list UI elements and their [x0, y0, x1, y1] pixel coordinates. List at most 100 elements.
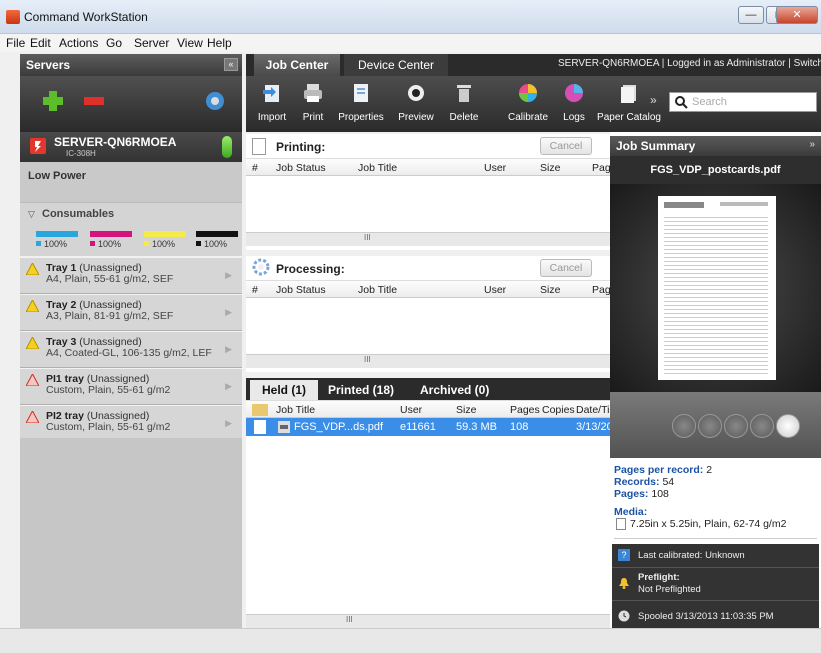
- tray-row[interactable]: PI2 tray (Unassigned) Custom, Plain, 55-…: [20, 405, 242, 442]
- expand-arrow-icon[interactable]: ▶: [225, 418, 232, 429]
- col-user[interactable]: User: [484, 284, 506, 296]
- col-job-title[interactable]: Job Title: [358, 284, 397, 296]
- tab-device-center[interactable]: Device Center: [344, 54, 448, 76]
- col-copies[interactable]: Copies: [542, 404, 575, 416]
- scroll-thumb[interactable]: III: [346, 615, 353, 624]
- col-size[interactable]: Size: [540, 284, 560, 296]
- chevron-down-icon[interactable]: ▽: [28, 209, 35, 220]
- server-settings-icon[interactable]: [204, 90, 226, 112]
- server-name: SERVER-QN6RMOEA: [54, 135, 177, 149]
- delete-button[interactable]: Delete: [444, 76, 484, 132]
- toner-level-bar: [36, 231, 78, 237]
- add-server-icon[interactable]: [42, 90, 64, 112]
- col-date[interactable]: Date/Ti: [576, 404, 609, 416]
- zoom-icon[interactable]: [776, 414, 800, 438]
- col-job-status[interactable]: Job Status: [276, 162, 326, 174]
- previous-page-button[interactable]: [698, 414, 722, 438]
- col-job-title[interactable]: Job Title: [358, 162, 397, 174]
- horizontal-scrollbar[interactable]: III: [246, 354, 610, 368]
- pdf-icon: [278, 421, 290, 433]
- col-pages[interactable]: Pag: [592, 284, 611, 296]
- menu-view[interactable]: View: [177, 36, 203, 50]
- servers-title: Servers: [26, 58, 71, 72]
- tray-desc: A3, Plain, 81-91 g/m2, SEF: [46, 310, 174, 322]
- page-icon: [616, 518, 626, 530]
- spooled-time: Spooled 3/13/2013 11:03:35 PM: [638, 611, 774, 622]
- scroll-thumb[interactable]: III: [364, 355, 371, 364]
- horizontal-scrollbar[interactable]: III: [246, 232, 610, 246]
- page-preview[interactable]: [610, 184, 821, 392]
- table-row[interactable]: FGS_VDP...ds.pdf e11661 59.3 MB 108 3/13…: [246, 418, 613, 436]
- consumables-label: Consumables: [42, 208, 115, 220]
- menu-file[interactable]: File: [6, 36, 25, 50]
- logs-button[interactable]: Logs: [556, 76, 592, 132]
- remove-server-icon[interactable]: [84, 96, 104, 106]
- summary-filename: FGS_VDP_postcards.pdf: [610, 156, 821, 184]
- minimize-button[interactable]: —: [738, 6, 764, 24]
- status-indicator: [222, 136, 232, 158]
- print-button[interactable]: Print: [296, 76, 330, 132]
- more-tools-icon[interactable]: »: [650, 93, 657, 107]
- col-number[interactable]: #: [252, 162, 258, 174]
- expand-arrow-icon[interactable]: ▶: [225, 307, 232, 318]
- tab-held[interactable]: Held (1): [250, 380, 318, 400]
- col-size[interactable]: Size: [540, 162, 560, 174]
- gear-icon: [252, 258, 270, 276]
- menu-edit[interactable]: Edit: [30, 36, 51, 50]
- printing-list: [246, 176, 610, 232]
- col-job-status[interactable]: Job Status: [276, 284, 326, 296]
- collapse-servers-button[interactable]: «: [224, 58, 238, 71]
- held-pane: Job Title User Size Pages Copies Date/Ti…: [246, 400, 613, 628]
- import-icon: [263, 85, 279, 102]
- import-button[interactable]: Import: [252, 76, 292, 132]
- tab-job-center[interactable]: Job Center: [254, 54, 340, 76]
- error-icon: [26, 374, 39, 386]
- col-pages[interactable]: Pag: [592, 162, 611, 174]
- close-button[interactable]: ✕: [776, 6, 818, 24]
- menu-help[interactable]: Help: [207, 36, 232, 50]
- tray-row[interactable]: Tray 2 (Unassigned) A3, Plain, 81-91 g/m…: [20, 294, 242, 331]
- menu-go[interactable]: Go: [106, 36, 122, 50]
- warning-icon: [26, 300, 39, 312]
- expand-arrow-icon[interactable]: ▶: [225, 344, 232, 355]
- media-label: Media:: [614, 506, 648, 518]
- calibrate-button[interactable]: Calibrate: [506, 76, 550, 132]
- server-entry[interactable]: SERVER-QN6RMOEA IC-308H: [20, 132, 242, 162]
- last-page-button[interactable]: [750, 414, 774, 438]
- properties-button[interactable]: Properties: [338, 76, 384, 132]
- servers-empty-area: [20, 438, 242, 628]
- horizontal-scrollbar[interactable]: III: [246, 614, 610, 628]
- scroll-thumb[interactable]: III: [364, 233, 371, 242]
- col-size[interactable]: Size: [456, 404, 476, 416]
- tab-archived[interactable]: Archived (0): [420, 380, 489, 400]
- trash-icon: [457, 85, 471, 102]
- tray-row[interactable]: Tray 1 (Unassigned) A4, Plain, 55-61 g/m…: [20, 257, 242, 294]
- cancel-printing-button[interactable]: Cancel: [540, 137, 592, 155]
- menu-actions[interactable]: Actions: [59, 36, 98, 50]
- tab-printed[interactable]: Printed (18): [328, 380, 394, 400]
- user-status-line[interactable]: SERVER-QN6RMOEA | Logged in as Administr…: [558, 58, 821, 69]
- toner-swatch-icon: [90, 241, 95, 246]
- expand-arrow-icon[interactable]: ▶: [225, 270, 232, 281]
- col-number[interactable]: #: [252, 284, 258, 296]
- col-user[interactable]: User: [400, 404, 422, 416]
- preflight-label: Preflight:: [638, 572, 680, 583]
- menu-server[interactable]: Server: [134, 36, 169, 50]
- col-job-title[interactable]: Job Title: [276, 404, 315, 416]
- search-input[interactable]: Search: [669, 92, 817, 112]
- tray-row[interactable]: PI1 tray (Unassigned) Custom, Plain, 55-…: [20, 368, 242, 405]
- toner-swatch-icon: [36, 241, 41, 246]
- processing-list: [246, 298, 610, 354]
- col-pages[interactable]: Pages: [510, 404, 540, 416]
- tray-row[interactable]: Tray 3 (Unassigned) A4, Coated-GL, 106-1…: [20, 331, 242, 368]
- first-page-button[interactable]: [672, 414, 696, 438]
- expand-arrow-icon[interactable]: ▶: [225, 381, 232, 392]
- expand-summary-icon[interactable]: »: [809, 139, 815, 150]
- next-page-button[interactable]: [724, 414, 748, 438]
- col-user[interactable]: User: [484, 162, 506, 174]
- servers-header: Servers «: [20, 54, 242, 76]
- tray-desc: A4, Coated-GL, 106-135 g/m2, LEF: [46, 347, 212, 359]
- cancel-processing-button[interactable]: Cancel: [540, 259, 592, 277]
- preview-button[interactable]: Preview: [396, 76, 436, 132]
- user-cell: e11661: [400, 421, 436, 433]
